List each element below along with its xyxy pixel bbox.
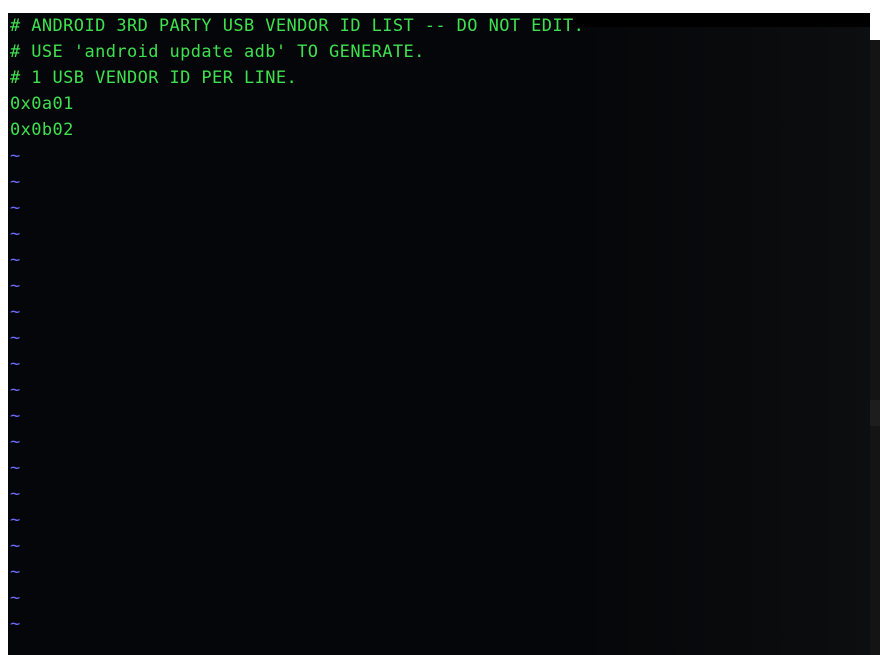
editor-line-1[interactable]: # ANDROID 3RD PARTY USB VENDOR ID LIST -…: [10, 13, 860, 39]
editor-buffer[interactable]: # ANDROID 3RD PARTY USB VENDOR ID LIST -…: [10, 13, 860, 637]
empty-line-marker: ~: [10, 484, 21, 504]
editor-line-2[interactable]: # USE 'android update adb' TO GENERATE.: [10, 39, 860, 65]
empty-line-marker: ~: [10, 562, 21, 582]
editor-line-5[interactable]: 0x0b02: [10, 117, 860, 143]
empty-line-marker: ~: [10, 458, 21, 478]
empty-line-marker: ~: [10, 198, 21, 218]
empty-line-marker: ~: [10, 302, 21, 322]
screen: # ANDROID 3RD PARTY USB VENDOR ID LIST -…: [0, 0, 880, 655]
empty-line-marker: ~: [10, 172, 21, 192]
empty-line-marker: ~: [10, 354, 21, 374]
empty-line-marker: ~: [10, 536, 21, 556]
empty-line-marker: ~: [10, 406, 21, 426]
empty-line-marker: ~: [10, 224, 21, 244]
empty-line-marker: ~: [10, 250, 21, 270]
editor-line-4[interactable]: 0x0a01: [10, 91, 860, 117]
empty-line-marker: ~: [10, 614, 21, 634]
empty-line-marker: ~: [10, 510, 21, 530]
editor-line-3[interactable]: # 1 USB VENDOR ID PER LINE.: [10, 65, 860, 91]
empty-line-marker: ~: [10, 146, 21, 166]
empty-line-marker: ~: [10, 380, 21, 400]
empty-line-marker: ~: [10, 276, 21, 296]
empty-line-marker: ~: [10, 588, 21, 608]
empty-line-marker: ~: [10, 328, 21, 348]
empty-line-marker: ~: [10, 432, 21, 452]
vim-editor-window[interactable]: # ANDROID 3RD PARTY USB VENDOR ID LIST -…: [8, 13, 870, 655]
